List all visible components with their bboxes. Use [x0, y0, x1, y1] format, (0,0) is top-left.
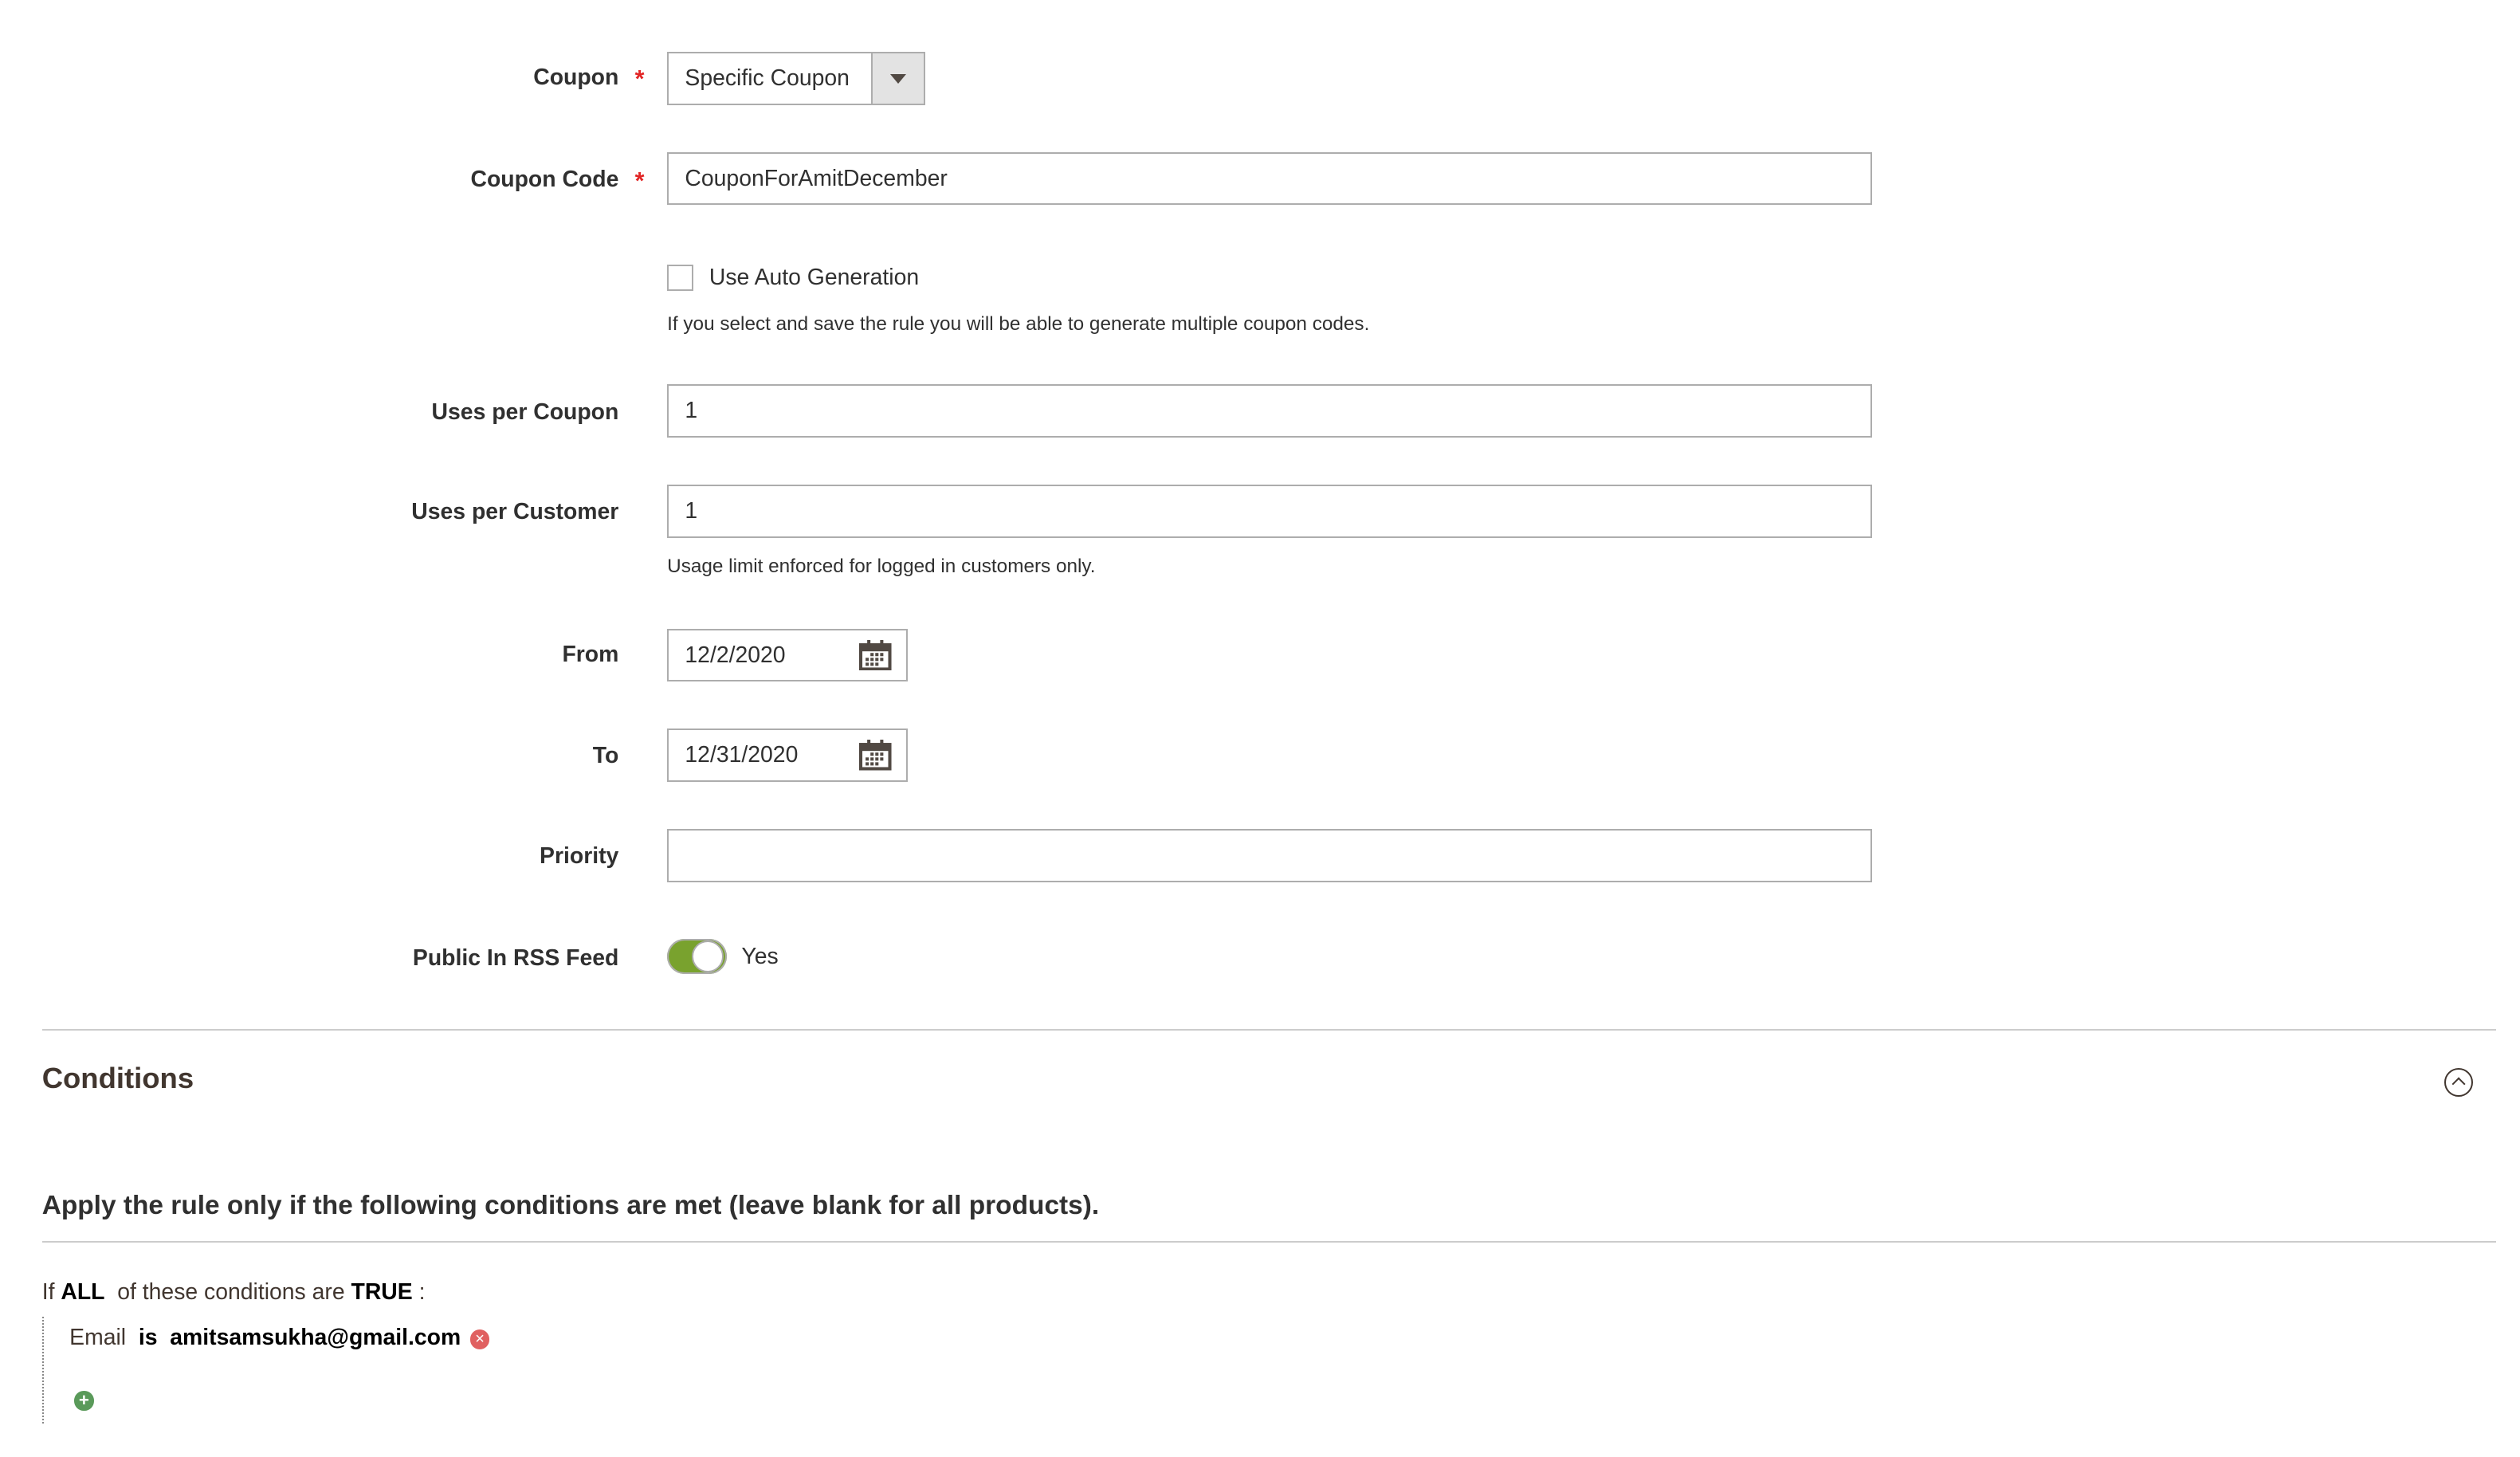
uses-per-customer-input[interactable]: 1 — [667, 485, 1873, 538]
condition-tree-line — [41, 1317, 44, 1424]
from-label: From — [562, 641, 619, 667]
conditions-heading: Apply the rule only if the following con… — [41, 1190, 1100, 1220]
from-date-input[interactable]: 12/2/2020 — [667, 628, 909, 682]
to-date-input[interactable]: 12/31/2020 — [667, 728, 909, 783]
required-mark: * — [634, 65, 645, 93]
divider — [41, 1029, 2496, 1031]
rule-attribute: Email — [69, 1325, 127, 1351]
uses-per-customer-note: Usage limit enforced for logged in custo… — [667, 556, 1096, 578]
uses-per-customer-label: Uses per Customer — [411, 499, 619, 525]
value-link[interactable]: TRUE — [351, 1279, 413, 1305]
uses-per-coupon-input[interactable]: 1 — [667, 384, 1873, 438]
cart-price-rule-form: Coupon * Specific Coupon Coupon Code * C… — [0, 0, 2520, 1457]
uses-per-coupon-label: Uses per Coupon — [431, 399, 619, 425]
coupon-select-value: Specific Coupon — [685, 65, 850, 91]
to-date-value: 12/31/2020 — [685, 742, 799, 768]
rss-value: Yes — [741, 943, 779, 969]
calendar-icon[interactable] — [859, 639, 892, 671]
to-label: To — [592, 743, 619, 769]
rule-operator[interactable]: is — [139, 1325, 158, 1350]
add-condition-icon[interactable]: + — [74, 1391, 94, 1411]
auto-generation-checkbox[interactable] — [667, 265, 693, 291]
divider — [41, 1240, 2496, 1243]
condition-rule: Email is amitsamsukha@gmail.com — [69, 1325, 461, 1351]
coupon-code-input[interactable]: CouponForAmitDecember — [667, 151, 1873, 206]
from-date-value: 12/2/2020 — [685, 642, 786, 668]
remove-condition-icon[interactable]: × — [469, 1329, 490, 1349]
coupon-select[interactable]: Specific Coupon — [667, 51, 926, 105]
toggle-knob — [691, 940, 724, 973]
auto-generation-label[interactable]: Use Auto Generation — [709, 265, 919, 291]
of-text: of these conditions are — [117, 1279, 345, 1306]
if-text: If — [41, 1279, 55, 1306]
calendar-icon[interactable] — [859, 740, 892, 771]
rss-label: Public In RSS Feed — [412, 944, 619, 971]
aggregator-link[interactable]: ALL — [61, 1279, 104, 1305]
conditions-title[interactable]: Conditions — [42, 1062, 194, 1095]
auto-generation-note: If you select and save the rule you will… — [667, 313, 1370, 336]
coupon-code-label: Coupon Code — [470, 166, 619, 192]
condition-aggregator-line: If ALL of these conditions are TRUE : — [42, 1279, 426, 1306]
priority-label: Priority — [540, 843, 619, 870]
rss-toggle[interactable] — [667, 938, 728, 975]
required-mark: * — [634, 167, 645, 194]
priority-input[interactable] — [667, 828, 1873, 882]
coupon-label: Coupon — [533, 65, 619, 91]
colon: : — [418, 1279, 426, 1306]
chevron-down-icon[interactable] — [870, 53, 924, 104]
rule-value[interactable]: amitsamsukha@gmail.com — [170, 1325, 461, 1350]
collapse-icon[interactable] — [2443, 1067, 2474, 1098]
